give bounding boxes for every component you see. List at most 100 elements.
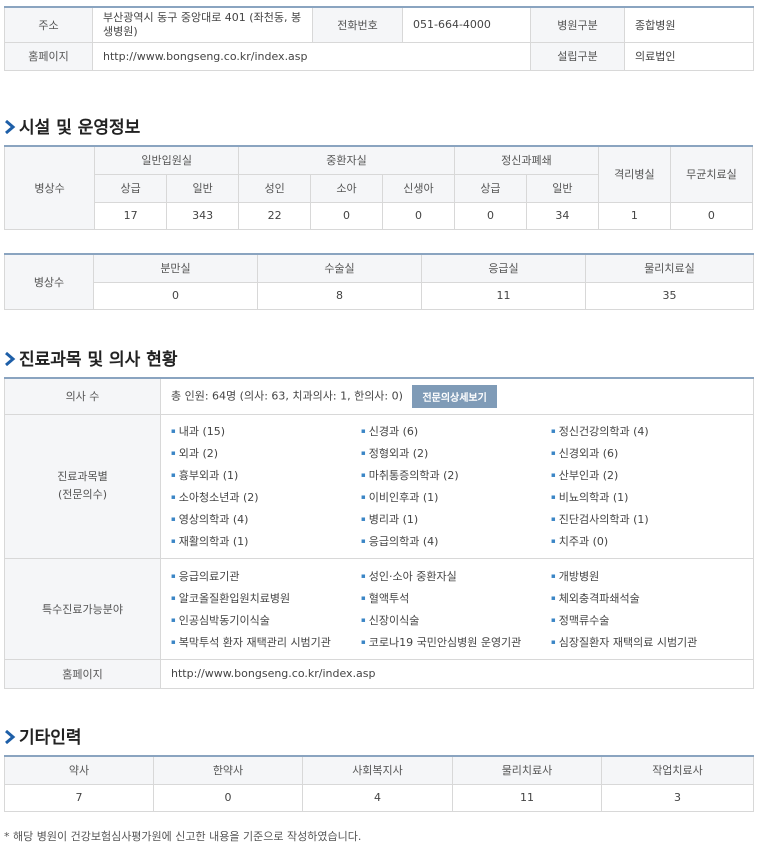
hospital-type-value: 종합병원 xyxy=(624,6,754,43)
special-label: 특수진료가능분야 xyxy=(4,557,161,660)
beds-value: 0 xyxy=(310,201,384,230)
room-value: 8 xyxy=(257,281,422,310)
department-item: 신경과 (6) xyxy=(361,420,551,442)
staff-table: 약사 한약사 사회복지사 물리치료사 작업치료사 7 0 4 11 3 xyxy=(4,755,754,812)
beds-value: 0 xyxy=(453,201,527,230)
sub-header-general-psych: 일반 xyxy=(525,173,599,203)
chevron-right-icon xyxy=(4,119,16,134)
special-field-item: 성인·소아 중환자실 xyxy=(361,565,551,587)
beds-value: 22 xyxy=(238,201,312,230)
special-field-item: 코로나19 국민안심병원 운영기관 xyxy=(361,631,551,653)
beds-table: 병상수 일반입원실 중환자실 정신과폐쇄 격리병실 무균치료실 상급 일반 성인… xyxy=(3,145,754,230)
special-field-item: 혈액투석 xyxy=(361,587,551,609)
special-field-item: 심장질환자 재택의료 시범기관 xyxy=(551,631,741,653)
department-item: 병리과 (1) xyxy=(361,508,551,530)
sterile-header: 무균치료실 xyxy=(669,145,754,203)
department-label: 진료과목별 (전문의수) xyxy=(4,413,161,559)
staff-value: 11 xyxy=(452,783,602,812)
footnote: * 해당 병원이 건강보험심사평가원에 신고한 내용을 기준으로 작성하였습니다… xyxy=(4,830,362,843)
beds-value: 0 xyxy=(669,201,754,230)
department-item: 치주과 (0) xyxy=(551,530,741,552)
phone-value: 051-664-4000 xyxy=(402,6,531,43)
isolation-header: 격리병실 xyxy=(597,145,671,203)
sub-header-premium: 상급 xyxy=(94,173,168,203)
special-field-item: 체외충격파쇄석술 xyxy=(551,587,741,609)
beds-value: 17 xyxy=(94,201,168,230)
address-label: 주소 xyxy=(4,6,93,43)
department-item: 마취통증의학과 (2) xyxy=(361,464,551,486)
homepage-link[interactable]: http://www.bongseng.co.kr/index.asp xyxy=(92,41,531,71)
special-field-item: 정맥류수술 xyxy=(551,609,741,631)
hospital-type-label: 병원구분 xyxy=(530,6,625,43)
doctor-count-cell: 총 인원: 64명 (의사: 63, 치과의사: 1, 한의사: 0) 전문의상… xyxy=(160,377,754,415)
department-item: 외과 (2) xyxy=(171,442,361,464)
founding-label: 설립구분 xyxy=(530,41,625,71)
department-item: 이비인후과 (1) xyxy=(361,486,551,508)
department-item: 응급의학과 (4) xyxy=(361,530,551,552)
department-item: 흉부외과 (1) xyxy=(171,464,361,486)
physio-room-header: 물리치료실 xyxy=(585,253,754,283)
doctor-count-label: 의사 수 xyxy=(4,377,161,415)
sub-header-general: 일반 xyxy=(166,173,240,203)
emergency-room-header: 응급실 xyxy=(421,253,586,283)
department-item: 재활의학과 (1) xyxy=(171,530,361,552)
sub-header-child: 소아 xyxy=(310,173,384,203)
department-item: 영상의학과 (4) xyxy=(171,508,361,530)
beds-value: 343 xyxy=(166,201,240,230)
chevron-right-icon xyxy=(4,351,16,366)
staff-value: 7 xyxy=(4,783,154,812)
department-item: 소아청소년과 (2) xyxy=(171,486,361,508)
department-list: 내과 (15)신경과 (6)정신건강의학과 (4) 외과 (2)정형외과 (2)신… xyxy=(160,413,754,559)
beds-label: 병상수 xyxy=(3,145,96,230)
department-item: 내과 (15) xyxy=(171,420,361,442)
doctors-table: 의사 수 총 인원: 64명 (의사: 63, 치과의사: 1, 한의사: 0)… xyxy=(4,377,754,689)
facility-section-title: 시설 및 운영정보 xyxy=(4,113,140,138)
doctor-count-value: 총 인원: 64명 (의사: 63, 치과의사: 1, 한의사: 0) xyxy=(171,389,403,403)
department-item: 정형외과 (2) xyxy=(361,442,551,464)
beds-value: 0 xyxy=(382,201,455,230)
beds-label-2: 병상수 xyxy=(4,253,94,310)
special-list: 응급의료기관성인·소아 중환자실개방병원알코올질환입원치료병원혈액투석체외충격파… xyxy=(160,557,754,660)
staff-value: 3 xyxy=(601,783,754,812)
sub-header-newborn: 신생아 xyxy=(382,173,455,203)
staff-header: 한약사 xyxy=(153,755,303,785)
beds-value: 34 xyxy=(525,201,599,230)
icu-header: 중환자실 xyxy=(238,145,455,175)
staff-header: 물리치료사 xyxy=(452,755,602,785)
department-item: 신경외과 (6) xyxy=(551,442,741,464)
department-item: 정신건강의학과 (4) xyxy=(551,420,741,442)
staff-header: 약사 xyxy=(4,755,154,785)
staff-header: 사회복지사 xyxy=(302,755,453,785)
special-field-item: 인공심박동기이식술 xyxy=(171,609,361,631)
sub-header-premium-psych: 상급 xyxy=(453,173,527,203)
rooms-table: 병상수 분만실 수술실 응급실 물리치료실 0 8 11 35 xyxy=(4,253,754,310)
staff-value: 4 xyxy=(302,783,453,812)
general-ward-header: 일반입원실 xyxy=(94,145,240,175)
department-item: 비뇨의학과 (1) xyxy=(551,486,741,508)
room-value: 11 xyxy=(421,281,586,310)
special-field-item: 알코올질환입원치료병원 xyxy=(171,587,361,609)
department-item: 진단검사의학과 (1) xyxy=(551,508,741,530)
special-field-item: 신장이식술 xyxy=(361,609,551,631)
basic-info-table: 주소 부산광역시 동구 중앙대로 401 (좌천동, 봉생병원) 전화번호 05… xyxy=(4,6,754,71)
chevron-right-icon xyxy=(4,729,16,744)
address-value: 부산광역시 동구 중앙대로 401 (좌천동, 봉생병원) xyxy=(92,6,313,43)
special-field-item: 개방병원 xyxy=(551,565,741,587)
psych-header: 정신과폐쇄 xyxy=(453,145,599,175)
staff-value: 0 xyxy=(153,783,303,812)
sub-header-adult: 성인 xyxy=(238,173,312,203)
homepage-link-2[interactable]: http://www.bongseng.co.kr/index.asp xyxy=(160,658,754,689)
department-item: 산부인과 (2) xyxy=(551,464,741,486)
specialist-detail-button[interactable]: 전문의상세보기 xyxy=(412,384,497,408)
phone-label: 전화번호 xyxy=(312,6,403,43)
special-field-item: 응급의료기관 xyxy=(171,565,361,587)
room-value: 0 xyxy=(93,281,258,310)
special-field-item: 복막투석 환자 재택관리 시범기관 xyxy=(171,631,361,653)
doctors-section-title: 진료과목 및 의사 현황 xyxy=(4,345,178,370)
delivery-room-header: 분만실 xyxy=(93,253,258,283)
founding-value: 의료법인 xyxy=(624,41,754,71)
homepage-label-2: 홈페이지 xyxy=(4,658,161,689)
staff-section-title: 기타인력 xyxy=(4,723,82,748)
surgery-room-header: 수술실 xyxy=(257,253,422,283)
room-value: 35 xyxy=(585,281,754,310)
